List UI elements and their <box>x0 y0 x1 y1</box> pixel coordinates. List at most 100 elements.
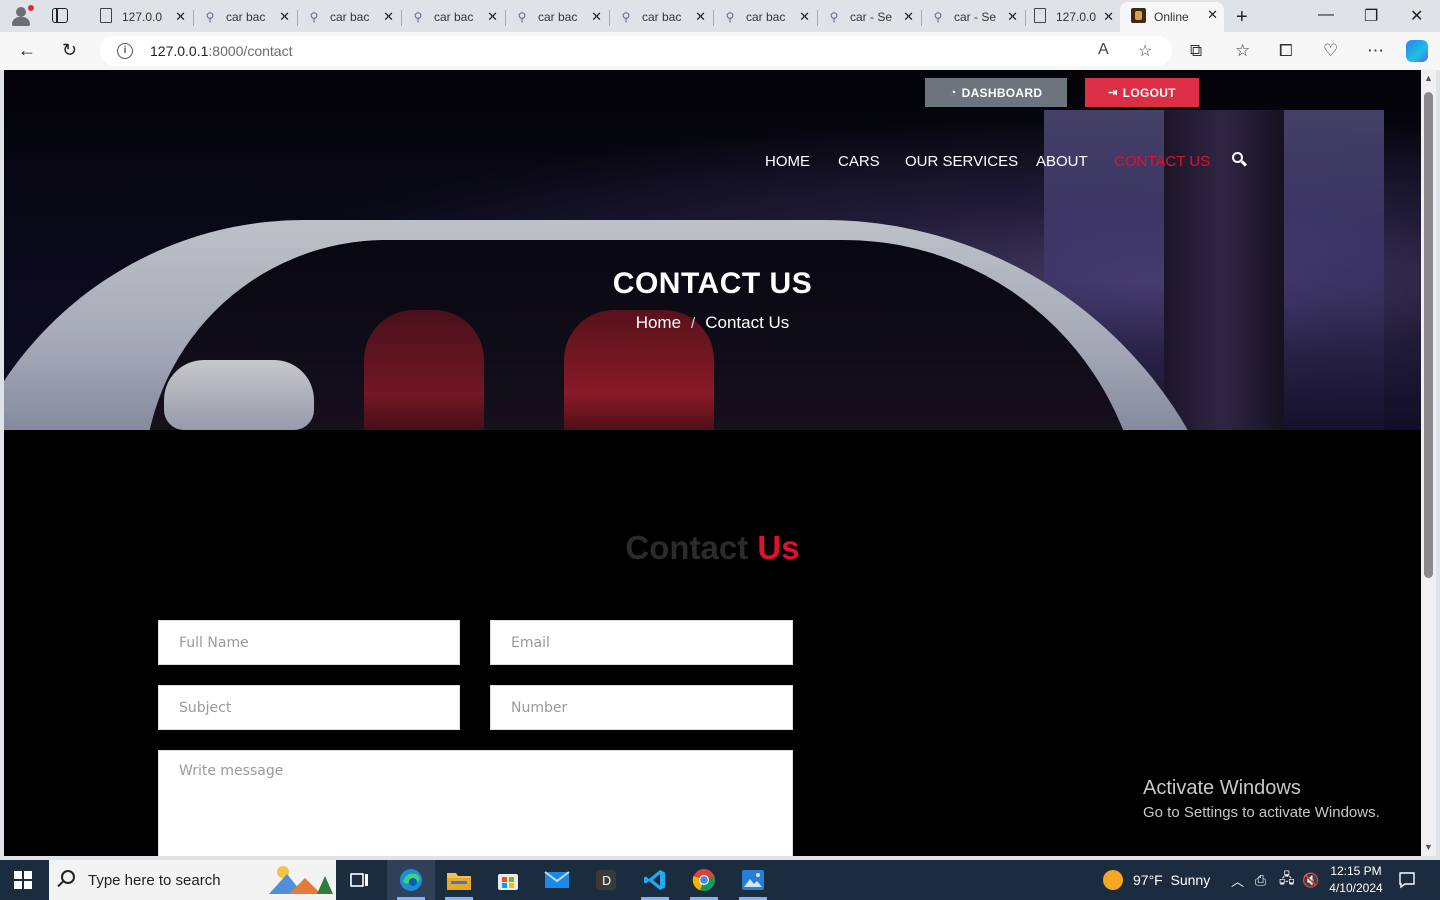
split-screen-icon[interactable]: ⧉ <box>1190 41 1202 61</box>
nav-about[interactable]: ABOUT <box>1036 153 1088 173</box>
tab-actions-icon[interactable] <box>52 8 68 23</box>
nav-cars[interactable]: CARS <box>838 153 880 173</box>
search-icon: ⚲ <box>309 10 319 24</box>
network-icon[interactable]: 🖧 <box>1279 860 1295 900</box>
page-viewport: ◔ DASHBOARD ⇥ LOGOUT HOME CARS OUR SERVI… <box>4 70 1421 856</box>
browser-tab[interactable]: ⚲ car bac ✕ <box>192 4 298 30</box>
chrome-icon[interactable] <box>680 860 728 900</box>
close-tab-icon[interactable]: ✕ <box>487 9 498 25</box>
site-info-icon[interactable]: i <box>117 43 133 59</box>
page-title: CONTACT US <box>612 267 813 300</box>
breadcrumb: Home / Contact Us <box>635 313 790 332</box>
refresh-icon[interactable]: ↻ <box>62 40 77 61</box>
search-icon: ⚲ <box>725 10 735 24</box>
full-name-input[interactable] <box>158 620 460 665</box>
new-tab-icon[interactable]: + <box>1236 6 1248 29</box>
edge-browser-icon[interactable] <box>387 860 435 900</box>
copilot-icon[interactable] <box>1406 40 1428 62</box>
volume-muted-icon[interactable]: 🔇 <box>1302 860 1319 900</box>
page-icon <box>98 8 114 26</box>
close-tab-icon[interactable]: ✕ <box>799 9 810 25</box>
collections-icon[interactable]: ⧠ <box>1279 41 1293 61</box>
browser-tab[interactable]: 127.0.0 ✕ <box>88 4 194 30</box>
hero-banner: ◔ DASHBOARD ⇥ LOGOUT HOME CARS OUR SERVI… <box>4 70 1421 430</box>
file-explorer-icon[interactable] <box>435 860 483 900</box>
close-tab-icon[interactable]: ✕ <box>383 9 394 25</box>
browser-tab-strip: 127.0.0 ✕ ⚲ car bac ✕ ⚲ car bac ✕ ⚲ car … <box>0 0 1440 32</box>
notification-center-icon[interactable] <box>1398 860 1416 900</box>
close-tab-icon[interactable]: ✕ <box>695 9 706 25</box>
browser-tab[interactable]: ⚲ car - Se ✕ <box>920 4 1026 30</box>
windows-start-icon[interactable] <box>14 871 32 889</box>
nav-home[interactable]: HOME <box>765 153 810 173</box>
favorite-star-icon[interactable]: ☆ <box>1138 41 1152 61</box>
task-view-icon[interactable] <box>336 860 384 900</box>
close-tab-icon[interactable]: ✕ <box>1103 9 1114 25</box>
close-tab-icon[interactable]: ✕ <box>591 9 602 25</box>
logout-button[interactable]: ⇥ LOGOUT <box>1085 78 1199 107</box>
browser-tab[interactable]: ⚲ car bac ✕ <box>296 4 402 30</box>
close-window-icon[interactable]: ✕ <box>1410 6 1423 26</box>
meet-now-icon[interactable]: ⎙ <box>1255 860 1266 900</box>
message-textarea[interactable] <box>158 750 793 856</box>
nav-contact-us[interactable]: CONTACT US <box>1114 153 1210 173</box>
search-icon: ⚲ <box>621 10 631 24</box>
windows-activation-watermark: Activate Windows Go to Settings to activ… <box>1143 777 1380 821</box>
scroll-up-icon[interactable]: ▲ <box>1424 73 1433 83</box>
search-icon <box>61 870 75 884</box>
close-tab-icon[interactable]: ✕ <box>1007 9 1018 25</box>
close-tab-icon[interactable]: ✕ <box>175 9 186 25</box>
taskbar-search-box[interactable]: Type here to search <box>49 860 336 900</box>
more-menu-icon[interactable]: ⋯ <box>1367 41 1384 61</box>
close-tab-icon[interactable]: ✕ <box>1207 7 1218 23</box>
search-icon: ⚲ <box>205 10 215 24</box>
contact-section-title: Contact Us <box>625 529 800 566</box>
vscode-icon[interactable] <box>631 860 679 900</box>
search-icon: ⚲ <box>829 10 839 24</box>
browser-tab[interactable]: ⚲ car bac ✕ <box>712 4 818 30</box>
browser-essentials-icon[interactable]: ♡ <box>1323 41 1338 61</box>
url-text[interactable]: 127.0.0.1:8000/contact <box>150 43 292 59</box>
browser-tab[interactable]: ⚲ car bac ✕ <box>608 4 714 30</box>
number-input[interactable] <box>490 685 793 730</box>
system-clock[interactable]: 12:15 PM 4/10/2024 <box>1318 863 1394 897</box>
dbeaver-app-icon[interactable]: D <box>582 860 630 900</box>
search-icon[interactable] <box>1232 152 1248 168</box>
logout-icon: ⇥ <box>1108 87 1118 99</box>
page-icon <box>1032 8 1048 26</box>
breadcrumb-home-link[interactable]: Home <box>636 313 681 332</box>
read-aloud-icon[interactable]: A <box>1098 41 1109 59</box>
breadcrumb-current: Contact Us <box>705 313 790 332</box>
photos-app-icon[interactable] <box>729 860 777 900</box>
browser-tab[interactable]: ⚲ car bac ✕ <box>400 4 506 30</box>
back-icon[interactable]: ← <box>18 40 36 61</box>
search-highlight-icon <box>269 866 333 894</box>
svg-text:D: D <box>602 874 611 888</box>
browser-tab-active[interactable]: Online ✕ <box>1120 2 1224 32</box>
search-icon: ⚲ <box>413 10 423 24</box>
address-bar[interactable]: i 127.0.0.1:8000/contact A ☆ <box>100 36 1172 66</box>
browser-tab[interactable]: ⚲ car bac ✕ <box>504 4 610 30</box>
microsoft-store-icon[interactable] <box>484 860 532 900</box>
search-icon: ⚲ <box>933 10 943 24</box>
subject-input[interactable] <box>158 685 460 730</box>
windows-taskbar: Type here to search D 97°F Sunny ︿ ⎙ 🖧 🔇… <box>0 860 1440 900</box>
profile-avatar-icon[interactable] <box>8 4 34 28</box>
browser-toolbar: ← ↻ i 127.0.0.1:8000/contact A ☆ ⧉ ☆ ⧠ ♡… <box>0 32 1440 70</box>
close-tab-icon[interactable]: ✕ <box>903 9 914 25</box>
dashboard-button[interactable]: ◔ DASHBOARD <box>925 78 1067 107</box>
browser-tab[interactable]: 127.0.0 ✕ <box>1024 4 1120 30</box>
minimize-icon[interactable]: — <box>1318 6 1334 24</box>
favorites-icon[interactable]: ☆ <box>1235 41 1250 61</box>
show-hidden-icons-icon[interactable]: ︿ <box>1231 860 1244 900</box>
page-scrollbar[interactable]: ▲ ▼ <box>1421 70 1436 856</box>
scroll-down-icon[interactable]: ▼ <box>1424 842 1433 852</box>
browser-tab[interactable]: ⚲ car - Se ✕ <box>816 4 922 30</box>
scrollbar-thumb[interactable] <box>1424 92 1433 578</box>
nav-our-services[interactable]: OUR SERVICES <box>905 153 1018 173</box>
close-tab-icon[interactable]: ✕ <box>279 9 290 25</box>
email-input[interactable] <box>490 620 793 665</box>
restore-icon[interactable]: ❐ <box>1364 6 1378 26</box>
mail-icon[interactable] <box>533 860 581 900</box>
weather-widget[interactable]: 97°F Sunny <box>1103 860 1210 900</box>
